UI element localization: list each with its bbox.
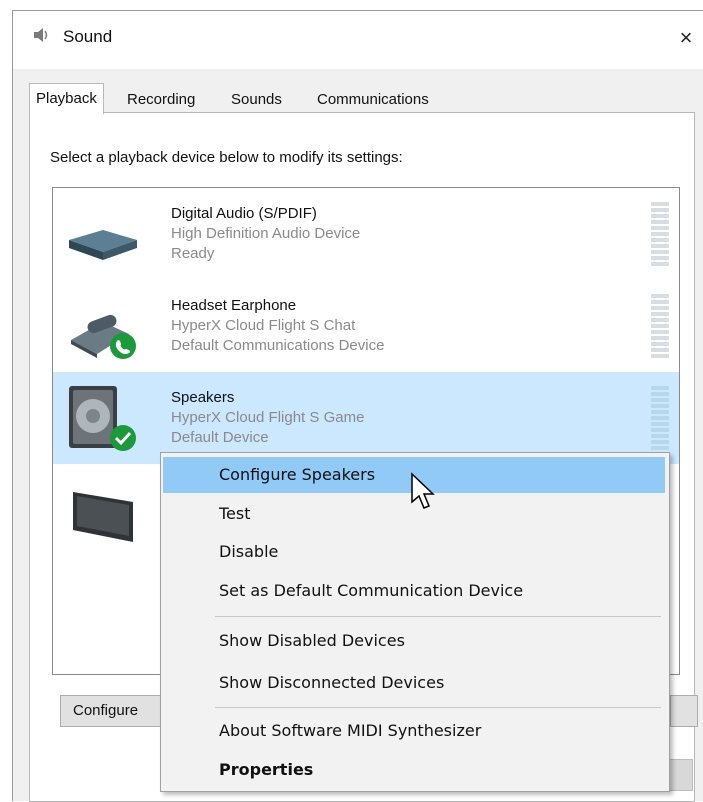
- menu-item-show-disconnected[interactable]: Show Disconnected Devices: [163, 665, 665, 701]
- monitor-icon: [73, 492, 133, 542]
- device-item-speakers[interactable]: Speakers HyperX Cloud Flight S Game Defa…: [53, 372, 679, 464]
- device-description: HyperX Cloud Flight S Game: [171, 409, 365, 426]
- device-name: Speakers: [171, 389, 235, 406]
- device-status: Default Device: [171, 429, 269, 446]
- device-item-headset-earphone[interactable]: Headset Earphone HyperX Cloud Flight S C…: [53, 280, 679, 372]
- window-title: Sound: [63, 27, 113, 46]
- headset-phone-icon: [71, 314, 136, 359]
- mouse-cursor-icon: [411, 472, 435, 509]
- device-item-digital-audio[interactable]: Digital Audio (S/PDIF) High Definition A…: [53, 188, 679, 280]
- menu-item-properties[interactable]: Properties: [163, 752, 665, 788]
- menu-separator: [215, 616, 661, 617]
- menu-item-about-midi[interactable]: About Software MIDI Synthesizer: [163, 713, 665, 749]
- close-button[interactable]: ×: [669, 21, 703, 55]
- speaker-icon: [69, 386, 136, 451]
- tab-communications[interactable]: Communications: [311, 87, 435, 113]
- device-status: Ready: [171, 245, 215, 262]
- device-name: Digital Audio (S/PDIF): [171, 205, 317, 222]
- device-description: High Definition Audio Device: [171, 225, 361, 242]
- menu-item-show-disabled[interactable]: Show Disabled Devices: [163, 623, 665, 659]
- title-bar: Sound ×: [13, 11, 703, 69]
- tab-sounds[interactable]: Sounds: [225, 87, 288, 113]
- volume-meter: [651, 386, 669, 452]
- tab-bar: Playback Recording Sounds Communications: [29, 83, 689, 114]
- speaker-icon: [34, 28, 48, 42]
- tab-recording[interactable]: Recording: [121, 87, 201, 113]
- device-description: HyperX Cloud Flight S Chat: [171, 317, 356, 334]
- menu-item-disable[interactable]: Disable: [163, 534, 665, 570]
- menu-item-set-default-communication[interactable]: Set as Default Communication Device: [163, 573, 665, 609]
- volume-meter: [651, 294, 669, 360]
- device-name: Headset Earphone: [171, 297, 297, 314]
- tab-playback[interactable]: Playback: [29, 83, 104, 114]
- volume-meter: [651, 202, 669, 268]
- spdif-device-icon: [69, 230, 137, 260]
- menu-separator: [215, 707, 661, 708]
- device-status: Default Communications Device: [171, 337, 385, 354]
- instruction-text: Select a playback device below to modify…: [50, 149, 403, 166]
- properties-button[interactable]: [670, 695, 698, 727]
